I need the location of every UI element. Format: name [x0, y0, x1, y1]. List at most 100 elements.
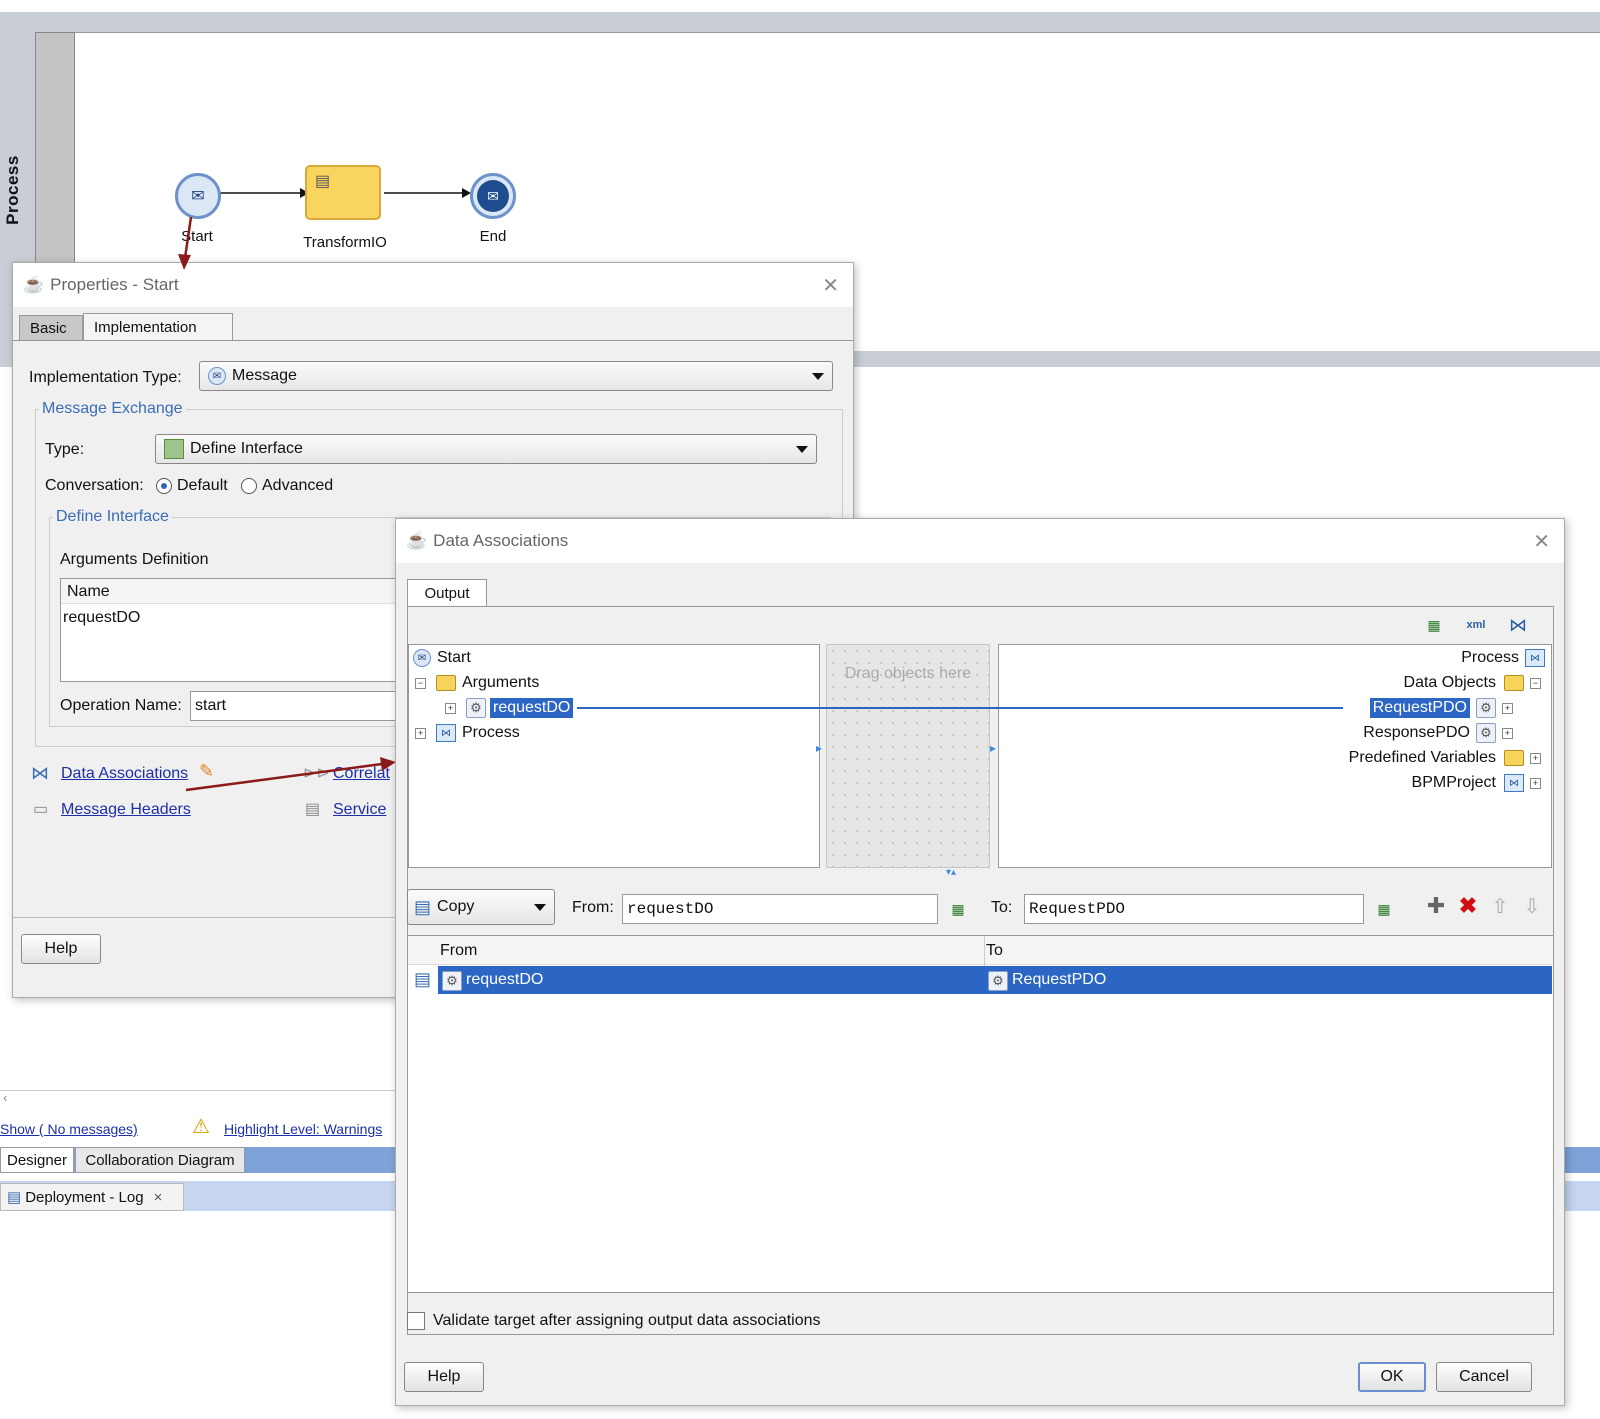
splitter-arrow-icon[interactable]: ▸: [816, 741, 822, 755]
horizontal-scrollbar[interactable]: ‹: [0, 1090, 400, 1105]
close-icon[interactable]: ✕: [822, 273, 839, 298]
column-header-to: To: [986, 942, 1003, 959]
drop-zone[interactable]: Drag objects here: [826, 644, 990, 868]
chevron-down-icon: [796, 446, 808, 453]
gear-icon: ⚙: [1476, 698, 1496, 718]
drop-zone-hint: Drag objects here: [844, 665, 972, 682]
show-messages-link[interactable]: Show ( No messages): [0, 1121, 138, 1137]
data-associations-title: Data Associations: [433, 531, 569, 550]
help-button[interactable]: Help: [21, 934, 101, 964]
xml-icon[interactable]: xml: [1466, 615, 1486, 635]
tab-output[interactable]: Output: [407, 579, 487, 607]
chevron-down-icon: [534, 904, 546, 911]
column-header-from: From: [440, 942, 478, 959]
expand-icon[interactable]: +: [1502, 727, 1513, 739]
tab-collaboration-diagram[interactable]: Collaboration Diagram: [75, 1147, 245, 1173]
source-tree-panel: ✉ Start − Arguments + ⚙ requestDO + ⋈ Pr…: [408, 644, 820, 868]
tab-deployment-log[interactable]: ▤ Deployment - Log ×: [0, 1183, 184, 1211]
expand-icon[interactable]: +: [1502, 702, 1513, 714]
data-associations-dialog: ☕ Data Associations ✕ Output ▦ xml ⋈ ✉ S…: [395, 518, 1565, 1406]
copy-icon: ▤: [414, 969, 432, 989]
auto-map-icon[interactable]: ⋈: [1508, 615, 1528, 635]
tree-label-predefined-variables: Predefined Variables: [1348, 749, 1496, 766]
envelope-filled-icon: ✉: [477, 180, 509, 212]
tree-node-requestpdo[interactable]: RequestPDO ⚙ +: [1369, 697, 1517, 719]
from-label: From:: [572, 899, 614, 916]
ok-button[interactable]: OK: [1358, 1362, 1426, 1392]
operation-select[interactable]: ▤ Copy: [407, 889, 555, 925]
process-icon: ⋈: [436, 724, 456, 742]
from-input[interactable]: requestDO: [622, 894, 938, 924]
tree-node-arguments[interactable]: − Arguments: [415, 672, 539, 694]
collapse-icon[interactable]: −: [415, 677, 426, 689]
cup-icon: ☕: [406, 531, 428, 550]
add-icon[interactable]: ✚: [1426, 893, 1446, 918]
tree-label-arguments: Arguments: [462, 674, 540, 691]
tree-label-requestdo: requestDO: [490, 698, 574, 718]
annotation-arrows: [178, 216, 396, 792]
expression-builder-icon[interactable]: ▦: [1374, 899, 1394, 919]
expand-icon[interactable]: +: [415, 727, 426, 739]
gear-icon: ⚙: [1476, 723, 1496, 743]
vertical-splitter-icon[interactable]: ▾▴: [946, 867, 956, 878]
message-icon: ✉: [413, 649, 431, 667]
move-up-icon[interactable]: ⇧: [1490, 896, 1510, 918]
deployment-log-label: Deployment - Log: [25, 1188, 144, 1206]
tree-node-target-process[interactable]: Process ⋈: [1461, 647, 1545, 669]
close-icon[interactable]: ✕: [1533, 529, 1550, 554]
tree-node-process[interactable]: + ⋈ Process: [415, 722, 520, 744]
tree-label-responsepdo: ResponsePDO: [1363, 724, 1470, 741]
gear-icon: ⚙: [988, 971, 1008, 991]
process-icon: ⋈: [1504, 774, 1524, 792]
tree-label-target-process: Process: [1461, 649, 1519, 666]
expand-icon[interactable]: +: [1530, 777, 1541, 789]
folder-icon: [1504, 750, 1524, 766]
cancel-button[interactable]: Cancel: [1436, 1362, 1532, 1392]
close-icon[interactable]: ×: [154, 1189, 163, 1206]
warning-icon: ⚠: [192, 1116, 210, 1138]
tab-designer[interactable]: Designer: [0, 1147, 74, 1173]
help-button[interactable]: Help: [404, 1362, 484, 1392]
highlight-level-link[interactable]: Highlight Level: Warnings: [224, 1121, 382, 1137]
tree-node-start[interactable]: ✉ Start: [413, 647, 471, 669]
folder-icon: [1504, 675, 1524, 691]
target-tree-panel: Process ⋈ Data Objects − RequestPDO ⚙ + …: [998, 644, 1552, 868]
tree-label-data-objects: Data Objects: [1403, 674, 1496, 691]
tree-node-requestdo[interactable]: + ⚙ requestDO: [445, 697, 574, 719]
tree-node-responsepdo[interactable]: ResponsePDO ⚙ +: [1363, 722, 1517, 744]
associations-table: From To ▤ ⚙ requestDO ⚙ RequestPDO: [407, 935, 1554, 1293]
end-event-label: End: [479, 228, 507, 245]
data-associations-title-bar: ☕ Data Associations: [396, 519, 1564, 563]
move-down-icon[interactable]: ⇩: [1522, 896, 1542, 918]
expression-builder-icon[interactable]: ▦: [948, 899, 968, 919]
tree-label-start: Start: [437, 649, 471, 666]
validate-target-option[interactable]: Validate target after assigning output d…: [407, 1312, 821, 1330]
scroll-left-icon[interactable]: ‹: [3, 1090, 7, 1105]
table-cell-from: requestDO: [466, 971, 544, 988]
table-cell-to: RequestPDO: [1012, 971, 1107, 988]
to-input[interactable]: RequestPDO: [1024, 894, 1364, 924]
splitter-arrow-icon[interactable]: ▸: [990, 741, 996, 755]
end-event-node[interactable]: ✉: [470, 173, 516, 219]
tree-label-process: Process: [462, 724, 520, 741]
tree-label-bpmproject: BPMProject: [1411, 774, 1496, 791]
delete-icon[interactable]: ✖: [1458, 893, 1478, 918]
tree-label-requestpdo: RequestPDO: [1369, 698, 1470, 718]
checkbox[interactable]: [407, 1312, 425, 1330]
chevron-down-icon: [812, 373, 824, 380]
associations-header-row: [408, 936, 1553, 965]
tree-node-data-objects[interactable]: Data Objects −: [1404, 672, 1545, 694]
collapse-icon[interactable]: −: [1530, 677, 1541, 689]
tree-node-bpmproject[interactable]: BPMProject ⋈ +: [1412, 772, 1545, 794]
validate-target-label: Validate target after assigning output d…: [433, 1312, 821, 1329]
copy-icon: ▤: [414, 896, 432, 917]
process-icon: ⋈: [1525, 649, 1545, 667]
expression-icon[interactable]: ▦: [1424, 615, 1444, 635]
log-icon: ▤: [7, 1189, 22, 1206]
folder-icon: [436, 675, 456, 691]
tree-node-predefined-variables[interactable]: Predefined Variables +: [1349, 747, 1545, 769]
gear-icon: ⚙: [466, 698, 486, 718]
expand-icon[interactable]: +: [1530, 752, 1541, 764]
to-label: To:: [991, 899, 1013, 916]
expand-icon[interactable]: +: [445, 702, 456, 714]
